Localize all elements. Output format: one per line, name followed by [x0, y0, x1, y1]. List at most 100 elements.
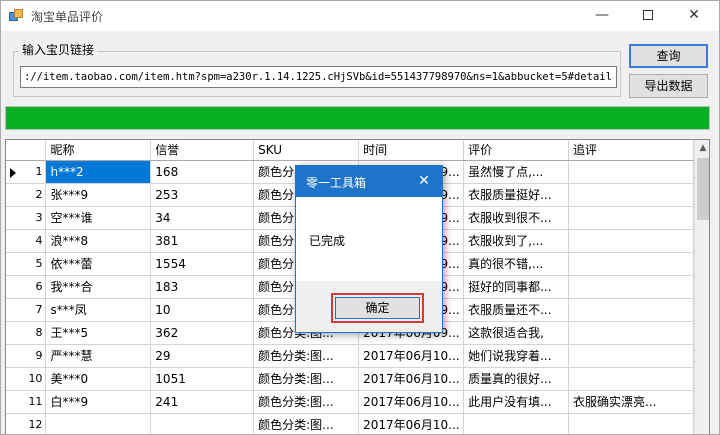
cell-nick[interactable]: 白***9	[45, 390, 152, 414]
cell-followup[interactable]	[568, 252, 694, 276]
row-header[interactable]: 11	[6, 390, 47, 414]
row-number: 3	[35, 211, 43, 224]
cell-rep[interactable]: 381	[150, 229, 255, 253]
table-row[interactable]: 10 美***0 1051 颜色分类:图... 2017年06月10... 质量真的很好.…	[6, 367, 694, 391]
cell-sku[interactable]: 颜色分类:图...	[253, 367, 360, 391]
message-dialog: 零一工具箱 ✕ 已完成 确定	[295, 165, 443, 333]
cell-rep[interactable]: 1554	[150, 252, 255, 276]
cell-review[interactable]: 她们说我穿着...	[463, 344, 570, 368]
cell-nick[interactable]: 浪***8	[45, 229, 152, 253]
cell-rep[interactable]: 34	[150, 206, 255, 230]
cell-rep[interactable]	[150, 413, 255, 434]
scroll-up-icon[interactable]: ▲	[695, 140, 709, 157]
cell-sku[interactable]: 颜色分类:图...	[253, 390, 360, 414]
cell-review[interactable]: 挺好的同事都...	[463, 275, 570, 299]
dialog-title-bar[interactable]: 零一工具箱 ✕	[296, 166, 442, 197]
row-number: 6	[35, 280, 43, 293]
progress-fill	[6, 107, 709, 129]
cell-review[interactable]: 真的很不错,...	[463, 252, 570, 276]
cell-nick[interactable]: 空***谁	[45, 206, 152, 230]
cell-nick[interactable]: 张***9	[45, 183, 152, 207]
cell-rep[interactable]: 1051	[150, 367, 255, 391]
cell-time[interactable]: 2017年06月10...	[358, 367, 465, 391]
row-header[interactable]: 3	[6, 206, 47, 230]
row-header[interactable]: 10	[6, 367, 47, 391]
maximize-icon	[643, 10, 653, 20]
row-number: 12	[28, 418, 43, 431]
cell-review[interactable]: 虽然慢了点,...	[463, 160, 570, 184]
cell-rep[interactable]: 168	[150, 160, 255, 184]
row-header[interactable]: 6	[6, 275, 47, 299]
cell-rep[interactable]: 253	[150, 183, 255, 207]
cell-followup[interactable]	[568, 367, 694, 391]
cell-time[interactable]: 2017年06月10...	[358, 390, 465, 414]
column-header[interactable]: 时间	[358, 140, 465, 161]
column-header[interactable]: SKU	[253, 140, 360, 161]
cell-followup[interactable]	[568, 206, 694, 230]
cell-followup[interactable]	[568, 298, 694, 322]
title-bar[interactable]: 淘宝单品评价 — ✕	[1, 1, 719, 31]
cell-rep[interactable]: 241	[150, 390, 255, 414]
cell-time[interactable]: 2017年06月10...	[358, 344, 465, 368]
row-header[interactable]: 1	[6, 160, 47, 184]
cell-review[interactable]: 衣服收到了,...	[463, 229, 570, 253]
cell-followup[interactable]	[568, 413, 694, 434]
url-input[interactable]: ://item.taobao.com/item.htm?spm=a230r.1.…	[20, 66, 617, 88]
cell-followup[interactable]	[568, 344, 694, 368]
row-header[interactable]: 9	[6, 344, 47, 368]
cell-sku[interactable]: 颜色分类:图...	[253, 344, 360, 368]
maximize-button[interactable]	[625, 1, 671, 31]
export-data-button[interactable]: 导出数据	[629, 74, 708, 98]
cell-review[interactable]: 质量真的很好...	[463, 367, 570, 391]
cell-review[interactable]	[463, 413, 570, 434]
cell-followup[interactable]	[568, 229, 694, 253]
row-header[interactable]: 2	[6, 183, 47, 207]
minimize-button[interactable]: —	[579, 1, 625, 31]
cell-nick[interactable]: 依***蕾	[45, 252, 152, 276]
cell-nick[interactable]	[45, 413, 152, 434]
cell-nick[interactable]: 美***0	[45, 367, 152, 391]
cell-nick[interactable]: s***凤	[45, 298, 152, 322]
cell-nick[interactable]: 我***合	[45, 275, 152, 299]
row-header[interactable]: 8	[6, 321, 47, 345]
table-row[interactable]: 12 颜色分类:图... 2017年06月10...	[6, 413, 694, 434]
cell-rep[interactable]: 362	[150, 321, 255, 345]
cell-review[interactable]: 此用户没有填...	[463, 390, 570, 414]
row-header[interactable]: 5	[6, 252, 47, 276]
cell-followup[interactable]	[568, 321, 694, 345]
table-row[interactable]: 11 白***9 241 颜色分类:图... 2017年06月10... 此用户没有填..…	[6, 390, 694, 414]
cell-review[interactable]: 衣服质量挺好...	[463, 183, 570, 207]
dialog-close-icon[interactable]: ✕	[414, 171, 434, 191]
row-header-corner[interactable]	[6, 140, 47, 161]
row-header[interactable]: 12	[6, 413, 47, 434]
cell-rep[interactable]: 10	[150, 298, 255, 322]
column-header[interactable]: 评价	[463, 140, 570, 161]
scroll-thumb[interactable]	[697, 158, 709, 220]
column-header[interactable]: 追评	[568, 140, 694, 161]
cell-review[interactable]: 衣服收到很不...	[463, 206, 570, 230]
cell-review[interactable]: 衣服质量还不...	[463, 298, 570, 322]
row-header[interactable]: 4	[6, 229, 47, 253]
cell-followup[interactable]	[568, 160, 694, 184]
cell-nick[interactable]: 严***慧	[45, 344, 152, 368]
vertical-scrollbar[interactable]: ▲	[694, 140, 709, 434]
cell-followup[interactable]	[568, 183, 694, 207]
cell-review[interactable]: 这款很适合我,	[463, 321, 570, 345]
cell-nick[interactable]: 王***5	[45, 321, 152, 345]
cell-nick[interactable]: h***2	[45, 160, 152, 184]
cell-followup[interactable]: 衣服确实漂亮...	[568, 390, 694, 414]
column-header[interactable]: 昵称	[45, 140, 152, 161]
query-button[interactable]: 查询	[629, 44, 708, 68]
cell-rep[interactable]: 183	[150, 275, 255, 299]
ok-button[interactable]: 确定	[335, 297, 420, 319]
header-row: 昵称 信誉 SKU 时间 评价 追评	[6, 140, 694, 161]
row-number: 8	[35, 326, 43, 339]
cell-sku[interactable]: 颜色分类:图...	[253, 413, 360, 434]
row-header[interactable]: 7	[6, 298, 47, 322]
column-header[interactable]: 信誉	[150, 140, 255, 161]
table-row[interactable]: 9 严***慧 29 颜色分类:图... 2017年06月10... 她们说我穿着...	[6, 344, 694, 368]
cell-time[interactable]: 2017年06月10...	[358, 413, 465, 434]
cell-followup[interactable]	[568, 275, 694, 299]
cell-rep[interactable]: 29	[150, 344, 255, 368]
close-button[interactable]: ✕	[671, 1, 717, 31]
